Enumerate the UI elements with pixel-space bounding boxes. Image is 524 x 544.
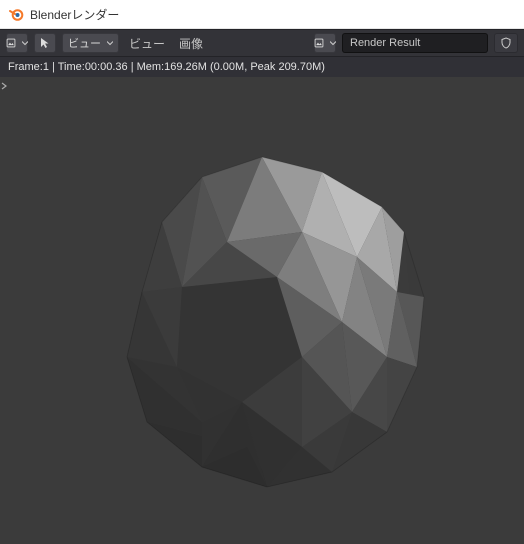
chevron-down-icon bbox=[330, 40, 336, 46]
uv-select-mode-button[interactable] bbox=[34, 33, 56, 53]
view-mode-label: ビュー bbox=[68, 35, 101, 51]
view-mode-dropdown[interactable]: ビュー bbox=[62, 33, 119, 53]
status-text: Frame:1 | Time:00:00.36 | Mem:169.26M (0… bbox=[8, 61, 325, 73]
menu-image[interactable]: 画像 bbox=[175, 35, 207, 52]
rendered-image bbox=[52, 102, 472, 522]
render-slot-label: Render Result bbox=[350, 37, 420, 49]
fake-user-button[interactable] bbox=[494, 33, 518, 53]
toolbar: ビュー ビュー 画像 Render Result bbox=[0, 29, 524, 57]
cursor-icon bbox=[38, 36, 52, 50]
side-panel-toggle[interactable] bbox=[0, 79, 8, 93]
chevron-down-icon bbox=[22, 40, 28, 46]
image-editor-icon bbox=[6, 36, 16, 50]
image-datablock-button[interactable] bbox=[314, 33, 336, 53]
chevron-down-icon bbox=[107, 40, 113, 46]
blender-logo-icon bbox=[8, 6, 24, 22]
shield-icon bbox=[500, 37, 512, 49]
render-slot-select[interactable]: Render Result bbox=[342, 33, 488, 53]
window-titlebar: Blenderレンダー bbox=[0, 0, 524, 29]
menu-view[interactable]: ビュー bbox=[125, 35, 169, 52]
editor-type-button[interactable] bbox=[6, 33, 28, 53]
image-icon bbox=[314, 36, 324, 50]
window-title: Blenderレンダー bbox=[30, 6, 119, 23]
chevron-right-icon bbox=[1, 82, 7, 90]
status-bar: Frame:1 | Time:00:00.36 | Mem:169.26M (0… bbox=[0, 57, 524, 77]
render-viewport[interactable] bbox=[0, 77, 524, 544]
